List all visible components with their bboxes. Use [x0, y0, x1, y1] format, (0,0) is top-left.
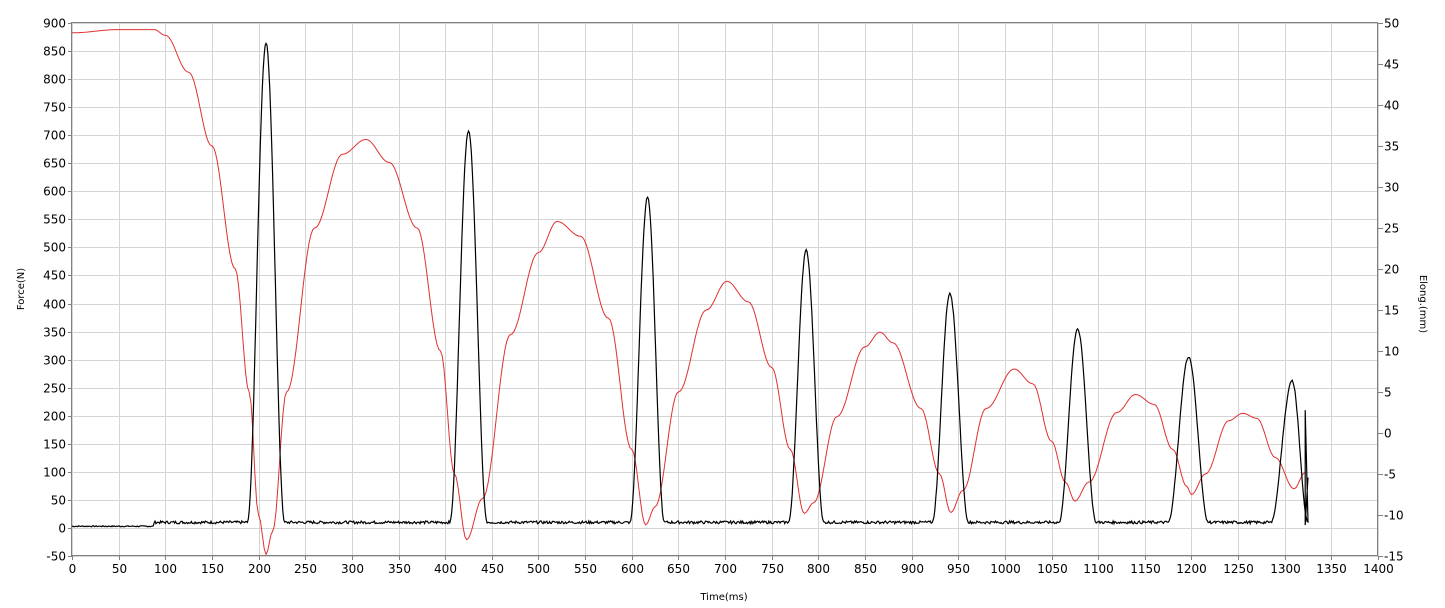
y-tick-label: 250: [43, 382, 66, 396]
x-tick-label: 950: [947, 562, 970, 576]
y2-tick-label: 30: [1384, 181, 1399, 195]
x-tick-label: 150: [201, 562, 224, 576]
x-tick-label: 100: [154, 562, 177, 576]
x-tick-label: 500: [527, 562, 550, 576]
x-tick-label: 1400: [1363, 562, 1394, 576]
y-tick-label: 450: [43, 269, 66, 283]
y-tick-label: 0: [58, 522, 66, 536]
x-tick-label: 850: [854, 562, 877, 576]
y2-tick-label: 5: [1384, 386, 1392, 400]
y-tick-label: 100: [43, 466, 66, 480]
y-tick-label: 800: [43, 73, 66, 87]
y2-tick-label: 10: [1384, 345, 1399, 359]
y-tick-label: 500: [43, 241, 66, 255]
y2-tick-label: -5: [1384, 468, 1396, 482]
x-tick-label: 50: [112, 562, 127, 576]
y2-axis-title: Elong.(mm): [1417, 275, 1428, 333]
y-tick-label: 650: [43, 157, 66, 171]
y2-tick-label: -15: [1384, 550, 1404, 564]
x-tick-label: 450: [481, 562, 504, 576]
y2-tick-label: 20: [1384, 263, 1399, 277]
y-tick-label: 750: [43, 101, 66, 115]
y2-tick-label: 45: [1384, 58, 1399, 72]
y2-tick-label: 50: [1384, 17, 1399, 31]
y2-tick-label: -10: [1384, 509, 1404, 523]
x-tick-label: 350: [388, 562, 411, 576]
x-tick-label: 600: [621, 562, 644, 576]
x-tick-label: 1250: [1223, 562, 1254, 576]
x-tick-label: 700: [714, 562, 737, 576]
x-tick-label: 550: [574, 562, 597, 576]
y-tick-label: 850: [43, 45, 66, 59]
x-tick-label: 0: [69, 562, 77, 576]
y-tick-label: 600: [43, 185, 66, 199]
x-tick-label: 750: [761, 562, 784, 576]
x-tick-label: 250: [294, 562, 317, 576]
y2-tick-label: 40: [1384, 99, 1399, 113]
x-axis-title: Time(ms): [699, 592, 747, 603]
y2-tick-label: 35: [1384, 140, 1399, 154]
series-lines: [71, 29, 1309, 556]
y-tick-label: 150: [43, 438, 66, 452]
x-tick-label: 1100: [1083, 562, 1114, 576]
y2-tick-label: 15: [1384, 304, 1399, 318]
y-tick-label: 400: [43, 298, 66, 312]
x-tick-label: 200: [248, 562, 271, 576]
y-tick-label: 300: [43, 354, 66, 368]
y-axis-title: Force(N): [16, 268, 27, 310]
grid: [72, 23, 1379, 557]
x-tick-label: 1050: [1037, 562, 1068, 576]
x-tick-label: 650: [667, 562, 690, 576]
y2-tick-label: 25: [1384, 222, 1399, 236]
x-tick-label: 300: [341, 562, 364, 576]
force-line: [71, 42, 1309, 528]
y-tick-label: 200: [43, 410, 66, 424]
x-tick-label: 1150: [1130, 562, 1161, 576]
x-tick-label: 900: [901, 562, 924, 576]
x-tick-label: 400: [434, 562, 457, 576]
y-tick-label: 350: [43, 326, 66, 340]
y-tick-label: 50: [51, 494, 66, 508]
y-tick-label: 700: [43, 129, 66, 143]
y2-tick-label: 0: [1384, 427, 1392, 441]
y-tick-label: 900: [43, 17, 66, 31]
x-tick-label: 800: [807, 562, 830, 576]
x-tick-label: 1300: [1270, 562, 1301, 576]
y-tick-label: -50: [46, 550, 66, 564]
y-tick-label: 550: [43, 213, 66, 227]
tick-labels: 0 50 100 150 200 250 300 350 400 450 500 550 600 650 7…: [43, 17, 1404, 577]
x-tick-label: 1000: [990, 562, 1021, 576]
chart: 0 50 100 150 200 250 300 350 400 450 500 550 600 650 7…: [16, 17, 1428, 604]
x-tick-label: 1200: [1176, 562, 1207, 576]
x-tick-label: 1350: [1316, 562, 1347, 576]
